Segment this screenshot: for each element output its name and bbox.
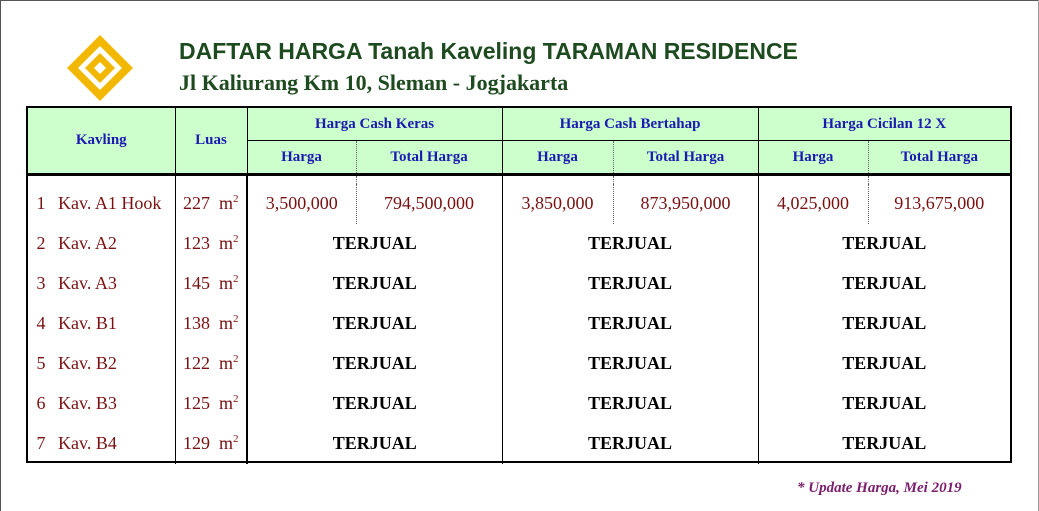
cash-bertahap-status: TERJUAL bbox=[501, 343, 759, 384]
cash-bertahap-status: TERJUAL bbox=[501, 223, 759, 264]
table-row: 4 Kav. B1 138 m2 TERJUAL TERJUAL TERJUAL bbox=[28, 303, 1011, 344]
luas-value: 145 m2 bbox=[174, 263, 248, 304]
luas-value: 122 m2 bbox=[174, 343, 248, 384]
cicilan-status: TERJUAL bbox=[757, 343, 1011, 384]
table-row: 2 Kav. A2 123 m2 TERJUAL TERJUAL TERJUAL bbox=[28, 223, 1011, 264]
cash-bertahap-status: TERJUAL bbox=[501, 423, 759, 464]
sub-header-total: Total Harga bbox=[355, 140, 503, 173]
diamond-logo-icon bbox=[67, 35, 133, 101]
cash-keras-status: TERJUAL bbox=[246, 223, 503, 264]
update-note: * Update Harga, Mei 2019 bbox=[797, 480, 962, 496]
cash-keras-status: TERJUAL bbox=[246, 303, 503, 344]
cicilan-status: TERJUAL bbox=[757, 423, 1011, 464]
row-number: 2 bbox=[36, 233, 46, 253]
row-number: 5 bbox=[36, 353, 46, 373]
col-header-luas: Luas bbox=[174, 108, 248, 174]
cash-keras-status: TERJUAL bbox=[246, 423, 503, 464]
table-row: 5 Kav. B2 122 m2 TERJUAL TERJUAL TERJUAL bbox=[28, 343, 1011, 384]
kavling-name: Kav. B1 bbox=[58, 313, 117, 333]
cicilan-status: TERJUAL bbox=[757, 383, 1011, 424]
kavling-name: Kav. B4 bbox=[58, 433, 117, 453]
group-header-cash-bertahap: Harga Cash Bertahap bbox=[501, 108, 759, 141]
cicilan-status: TERJUAL bbox=[757, 223, 1011, 264]
kavling-name: Kav. B3 bbox=[58, 393, 117, 413]
cicilan-total: 913,675,000 bbox=[867, 183, 1011, 224]
table-row: 1 Kav. A1 Hook 227 m2 3,500,000 794,500,… bbox=[28, 183, 1011, 224]
col-header-kavling: Kavling bbox=[28, 108, 176, 174]
luas-value: 138 m2 bbox=[174, 303, 248, 344]
kavling-name: Kav. A3 bbox=[58, 273, 117, 293]
cicilan-status: TERJUAL bbox=[757, 303, 1011, 344]
cash-bertahap-total: 873,950,000 bbox=[612, 183, 759, 224]
cash-keras-status: TERJUAL bbox=[246, 343, 503, 384]
table-row: 3 Kav. A3 145 m2 TERJUAL TERJUAL TERJUAL bbox=[28, 263, 1011, 304]
frame-left-border bbox=[0, 0, 1, 511]
page-subtitle: Jl Kaliurang Km 10, Sleman - Jogjakarta bbox=[179, 70, 569, 95]
cash-bertahap-status: TERJUAL bbox=[501, 383, 759, 424]
luas-value: 123 m2 bbox=[174, 223, 248, 264]
sub-header-harga: Harga bbox=[501, 140, 614, 173]
luas-value: 125 m2 bbox=[174, 383, 248, 424]
sub-header-harga: Harga bbox=[246, 140, 357, 173]
group-header-cash-keras: Harga Cash Keras bbox=[246, 108, 503, 141]
sub-header-total: Total Harga bbox=[867, 140, 1011, 173]
cicilan-status: TERJUAL bbox=[757, 263, 1011, 304]
cicilan-harga: 4,025,000 bbox=[757, 183, 869, 224]
luas-value: 227 m2 bbox=[174, 183, 248, 224]
page-title: DAFTAR HARGA Tanah Kaveling TARAMAN RESI… bbox=[179, 38, 798, 64]
cash-bertahap-status: TERJUAL bbox=[501, 263, 759, 304]
cash-bertahap-status: TERJUAL bbox=[501, 303, 759, 344]
sub-header-total: Total Harga bbox=[612, 140, 759, 173]
row-number: 4 bbox=[36, 313, 46, 333]
cash-bertahap-harga: 3,850,000 bbox=[501, 183, 614, 224]
frame-top-border bbox=[0, 0, 1039, 1]
row-number: 3 bbox=[36, 273, 46, 293]
kavling-name: Kav. A1 Hook bbox=[58, 193, 162, 213]
cash-keras-harga: 3,500,000 bbox=[246, 183, 357, 224]
group-header-cicilan: Harga Cicilan 12 X bbox=[757, 108, 1011, 141]
cash-keras-total: 794,500,000 bbox=[355, 183, 503, 224]
table-row: 6 Kav. B3 125 m2 TERJUAL TERJUAL TERJUAL bbox=[28, 383, 1011, 424]
row-number: 1 bbox=[36, 193, 46, 213]
luas-value: 129 m2 bbox=[174, 423, 248, 464]
sub-header-harga: Harga bbox=[757, 140, 869, 173]
row-number: 6 bbox=[36, 393, 46, 413]
row-number: 7 bbox=[36, 433, 46, 453]
price-table: Kavling Luas Harga Cash Keras Harga Cash… bbox=[26, 106, 1012, 464]
kavling-name: Kav. B2 bbox=[58, 353, 117, 373]
kavling-name: Kav. A2 bbox=[58, 233, 117, 253]
table-row: 7 Kav. B4 129 m2 TERJUAL TERJUAL TERJUAL bbox=[28, 423, 1011, 464]
cash-keras-status: TERJUAL bbox=[246, 383, 503, 424]
cash-keras-status: TERJUAL bbox=[246, 263, 503, 304]
